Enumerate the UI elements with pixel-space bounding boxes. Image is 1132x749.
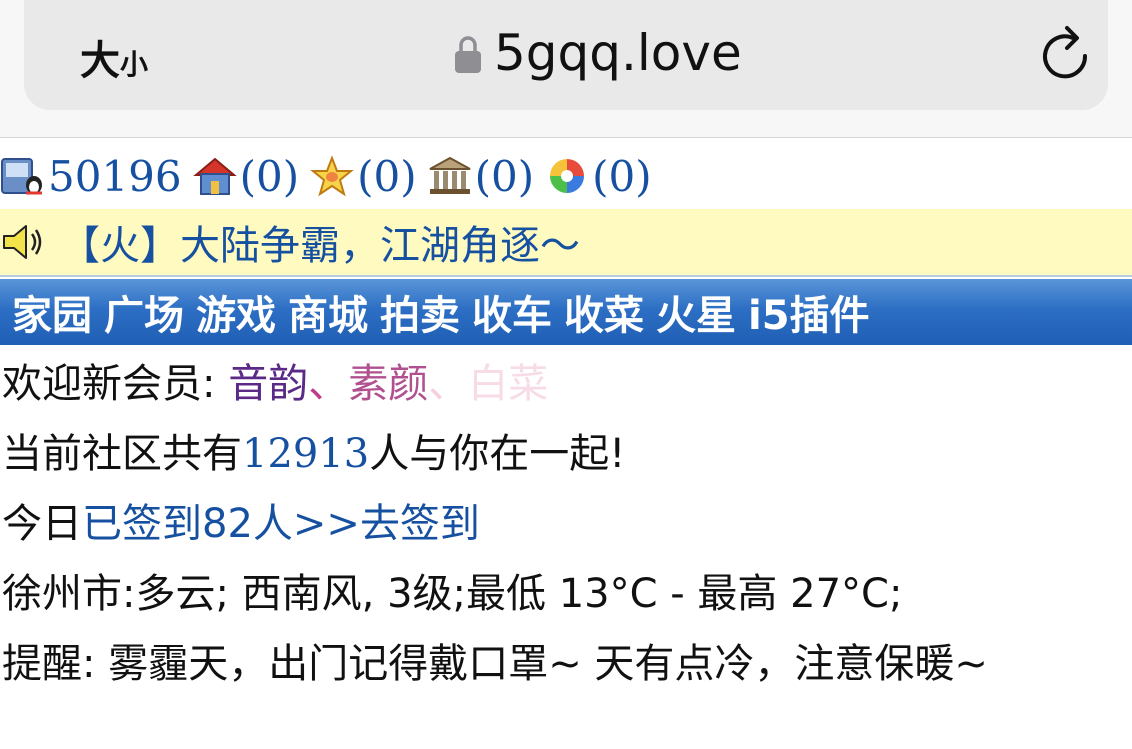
star-icon <box>310 155 354 197</box>
main-nav: 家园 广场 游戏 商城 拍卖 收车 收菜 火星 i5插件 <box>0 279 1132 345</box>
lock-icon <box>455 36 481 73</box>
community-suffix: 人与你在一起! <box>369 431 626 477</box>
nav-auction[interactable]: 拍卖 <box>380 283 460 341</box>
signin-button[interactable]: 去签到 <box>360 501 480 547</box>
weather-line: 徐州市:多云; 西南风, 3级;最低 13°C - 最高 27°C; <box>2 571 903 617</box>
stat-pinwheel[interactable]: (0) <box>544 152 652 201</box>
new-member-link[interactable]: 音韵 <box>228 361 308 407</box>
nav-home[interactable]: 家园 <box>12 283 92 341</box>
stat-home[interactable]: (0) <box>192 151 300 201</box>
new-member-link[interactable]: 素颜 <box>348 361 428 407</box>
text-size-small-label: 小 <box>120 48 149 81</box>
browser-chrome: 大小 5gqq.love <box>0 0 1132 138</box>
stats-bar: 50196 (0) (0) (0) (0) <box>0 147 662 205</box>
text-size-big-label: 大 <box>80 38 120 84</box>
member-separator: 、 <box>308 361 349 407</box>
url-domain[interactable]: 5gqq.love <box>494 24 742 82</box>
stat-qq-user[interactable]: 50196 <box>0 152 182 201</box>
stat-star[interactable]: (0) <box>309 152 417 201</box>
member-separator: 、 <box>428 361 469 407</box>
stat-bank[interactable]: (0) <box>427 151 535 201</box>
nav-plaza[interactable]: 广场 <box>104 283 184 341</box>
speaker-icon <box>3 225 42 259</box>
signin-prefix: 今日 <box>2 501 82 547</box>
reload-icon[interactable] <box>1039 24 1093 82</box>
nav-mall[interactable]: 商城 <box>288 283 368 341</box>
signed-count-link[interactable]: 已签到82人 <box>82 501 293 547</box>
reminder-line: 提醒: 雾霾天，出门记得戴口罩~ 天有点冷，注意保暖~ <box>2 641 988 687</box>
community-prefix: 当前社区共有 <box>2 431 242 477</box>
signin-line: 今日已签到82人>>去签到 <box>2 491 480 549</box>
nav-collect-veg[interactable]: 收菜 <box>564 283 644 341</box>
qq-user-icon <box>1 158 42 195</box>
stat-qq-user-value: 50196 <box>48 151 182 201</box>
bank-icon <box>429 156 471 194</box>
home-icon <box>192 157 237 195</box>
nav-mars[interactable]: 火星 <box>656 283 736 341</box>
announcement-link[interactable]: 【火】大陆争霸，江湖角逐～ <box>60 213 580 271</box>
nav-games[interactable]: 游戏 <box>196 283 276 341</box>
stat-star-value: (0) <box>357 151 417 201</box>
stat-bank-value: (0) <box>474 151 535 201</box>
announcement-bar: 【火】大陆争霸，江湖角逐～ <box>0 209 1132 277</box>
nav-collect-car[interactable]: 收车 <box>472 283 552 341</box>
new-member-link[interactable]: 白菜 <box>468 361 548 407</box>
community-count-line: 当前社区共有12913人与你在一起! <box>2 421 625 479</box>
community-count: 12913 <box>242 431 370 477</box>
welcome-line: 欢迎新会员: 音韵、素颜、白菜 <box>2 351 548 409</box>
address-bar[interactable]: 大小 5gqq.love <box>24 0 1108 110</box>
text-size-button[interactable]: 大小 <box>80 28 148 86</box>
stat-pinwheel-value: (0) <box>592 151 652 201</box>
pinwheel-icon <box>550 159 585 193</box>
welcome-label: 欢迎新会员: <box>2 361 229 407</box>
nav-i5-plugin[interactable]: i5插件 <box>748 283 870 341</box>
stat-home-value: (0) <box>239 151 300 201</box>
signin-arrows: >> <box>292 501 360 547</box>
